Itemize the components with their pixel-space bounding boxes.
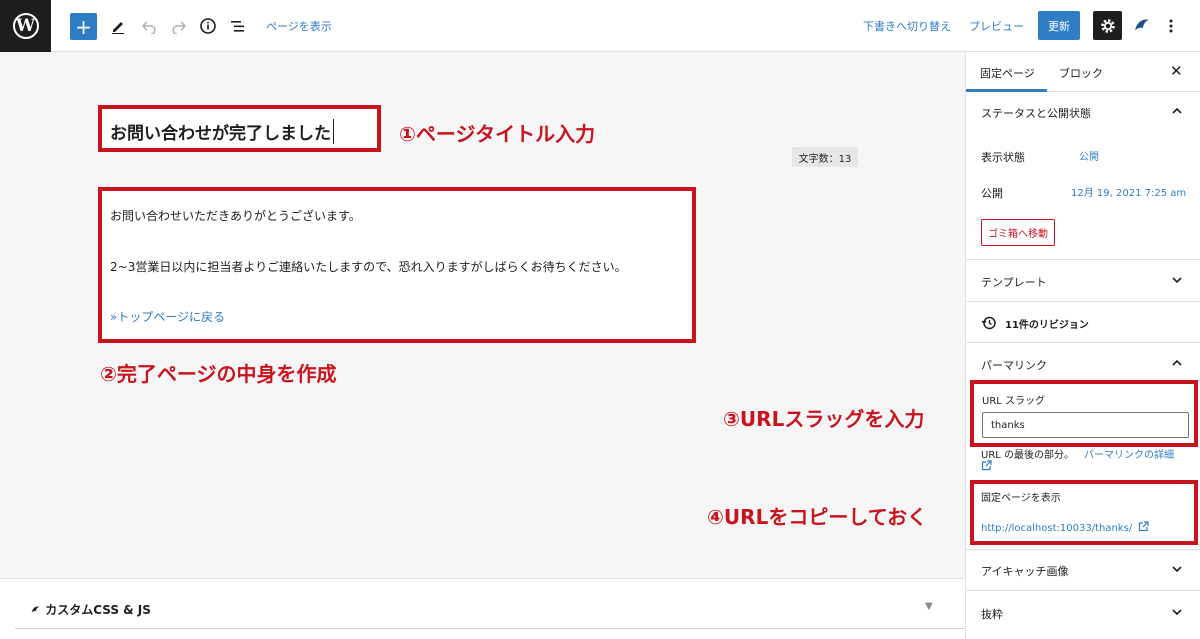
metabox-title: カスタムCSS & JS xyxy=(30,601,151,618)
panel-divider xyxy=(966,590,1200,591)
settings-gear-icon[interactable] xyxy=(1093,11,1122,40)
tab-block[interactable]: ブロック xyxy=(1059,65,1103,81)
status-panel-title: ステータスと公開状態 xyxy=(981,107,1091,120)
panel-divider xyxy=(966,342,1200,343)
annotation-step1: ①ページタイトル入力 xyxy=(399,122,596,146)
sidebar-tabs: 固定ページ ブロック ✕ xyxy=(966,52,1200,92)
redo-icon[interactable] xyxy=(167,13,191,39)
panel-divider xyxy=(966,259,1200,260)
excerpt-panel-title: 抜粋 xyxy=(981,608,1003,621)
update-button[interactable]: 更新 xyxy=(1038,11,1080,40)
back-to-top-link[interactable]: »トップページに戻る xyxy=(110,308,225,325)
panel-divider xyxy=(966,301,1200,302)
page-title[interactable]: お問い合わせが完了しました xyxy=(110,119,334,144)
visibility-label: 表示状態 xyxy=(981,151,1025,164)
settings-sidebar: 固定ページ ブロック ✕ ステータスと公開状態 表示状態 公開 公開 12月 1… xyxy=(965,52,1200,639)
editor-canvas: お問い合わせが完了しました ①ページタイトル入力 文字数：13 お問い合わせいた… xyxy=(0,52,965,578)
paragraph-contact-notice[interactable]: 2~3営業日以内に担当者よりご連絡いたしますので、恐れ入りますがしばらくお待ちく… xyxy=(110,258,627,275)
template-panel-title: テンプレート xyxy=(981,276,1047,289)
annotation-step3: ③URLスラッグを入力 xyxy=(723,407,925,431)
page-content-block[interactable]: お問い合わせいただきありがとうございます。 2~3営業日以内に担当者よりご連絡い… xyxy=(98,187,696,343)
wordpress-logo-icon: W xyxy=(12,13,39,39)
publish-label: 公開 xyxy=(981,187,1003,200)
more-options-icon[interactable] xyxy=(1163,13,1179,39)
add-block-button[interactable]: + xyxy=(70,13,97,40)
page-url-link[interactable]: http://localhost:10033/thanks/ xyxy=(981,521,1149,534)
external-link-icon[interactable] xyxy=(981,460,992,474)
wordpress-logo-button[interactable]: W xyxy=(0,0,51,52)
preview-button[interactable]: プレビュー xyxy=(969,18,1024,34)
chevron-down-icon xyxy=(1171,563,1183,578)
word-count-badge: 文字数：13 xyxy=(792,147,858,167)
switch-to-draft-button[interactable]: 下書きへ切り替え xyxy=(863,18,951,34)
history-icon xyxy=(981,316,996,330)
custom-css-js-small-icon xyxy=(31,606,40,613)
close-icon[interactable]: ✕ xyxy=(1170,62,1183,80)
tab-page[interactable]: 固定ページ xyxy=(980,65,1035,81)
chevron-up-icon xyxy=(1171,105,1183,120)
url-help-text: URL の最後の部分。 xyxy=(981,450,1075,461)
metabox-title-text: カスタムCSS & JS xyxy=(45,603,151,617)
move-to-trash-button[interactable]: ゴミ箱へ移動 xyxy=(981,219,1055,246)
featured-image-panel-title: アイキャッチ画像 xyxy=(981,565,1069,578)
active-tab-indicator xyxy=(966,89,1047,92)
annotation-step4: ④URLをコピーしておく xyxy=(707,505,928,529)
custom-css-js-icon[interactable] xyxy=(1132,15,1152,35)
panel-divider xyxy=(966,549,1200,550)
annotation-step2: ②完了ページの中身を作成 xyxy=(100,362,337,386)
page-url-text: http://localhost:10033/thanks/ xyxy=(981,523,1133,534)
metabox-divider xyxy=(15,628,975,629)
external-link-icon xyxy=(1139,521,1149,532)
undo-icon[interactable] xyxy=(137,13,161,39)
editor-toolbar: W + ページを表示 下書きへ切り替え プレビュー 更新 xyxy=(0,0,1200,52)
chevron-up-icon xyxy=(1171,357,1183,372)
revisions-text: 11件のリビジョン xyxy=(1005,319,1089,331)
pencil-icon[interactable] xyxy=(106,13,130,39)
permalink-details-link[interactable]: パーマリンクの詳細 xyxy=(1084,446,1174,461)
chevron-down-icon xyxy=(1171,606,1183,621)
page-title-field[interactable]: お問い合わせが完了しました xyxy=(98,105,381,152)
view-page-link[interactable]: ページを表示 xyxy=(266,18,332,34)
custom-css-js-metabox[interactable]: カスタムCSS & JS ▼ xyxy=(0,578,975,639)
view-page-label: 固定ページを表示 xyxy=(981,493,1061,504)
revisions-link[interactable]: 11件のリビジョン xyxy=(981,315,1089,331)
info-icon[interactable] xyxy=(196,13,220,39)
list-view-icon[interactable] xyxy=(226,13,250,39)
caret-down-icon[interactable]: ▼ xyxy=(925,601,933,612)
url-slug-input[interactable]: thanks xyxy=(982,412,1189,438)
paragraph-thanks[interactable]: お問い合わせいただきありがとうございます。 xyxy=(110,207,361,224)
publish-date-toggle[interactable]: 12月 19, 2021 7:25 am xyxy=(1071,184,1186,199)
chevron-down-icon xyxy=(1171,274,1183,289)
permalink-panel-title: パーマリンク xyxy=(981,359,1047,372)
url-slug-label: URL スラッグ xyxy=(982,396,1046,407)
visibility-toggle[interactable]: 公開 xyxy=(1079,148,1099,163)
